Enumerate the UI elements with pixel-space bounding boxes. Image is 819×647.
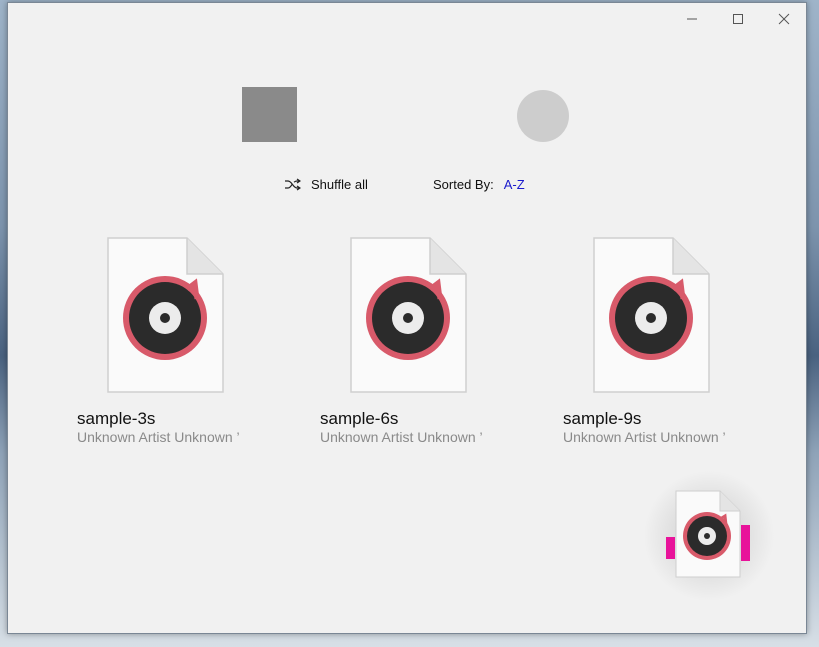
minimize-icon: [687, 18, 697, 20]
drag-preview: [643, 470, 775, 602]
track-tile[interactable]: sample-9s Unknown Artist Unknown ’: [563, 237, 743, 447]
track-subtitle: Unknown Artist Unknown ’: [563, 429, 726, 445]
music-file-icon: [675, 490, 741, 578]
app-window: Shuffle all Sorted By: A-Z sample-3s Unk…: [7, 2, 807, 634]
drag-marker-right: [741, 525, 750, 561]
track-title: sample-3s: [77, 409, 156, 428]
minimize-button[interactable]: [669, 3, 715, 35]
sort-order-link[interactable]: A-Z: [504, 177, 525, 192]
track-subtitle: Unknown Artist Unknown ’: [320, 429, 483, 445]
shuffle-all-button[interactable]: Shuffle all: [284, 173, 368, 195]
sort-control: Sorted By: A-Z: [433, 173, 525, 195]
maximize-icon: [733, 14, 743, 24]
music-file-icon: [593, 237, 710, 393]
music-file-icon: [107, 237, 224, 393]
shuffle-all-label: Shuffle all: [311, 176, 368, 192]
circle-placeholder: [517, 90, 569, 142]
shuffle-icon: [285, 178, 301, 190]
close-icon: [778, 13, 790, 25]
drag-marker-left: [666, 537, 675, 559]
track-tile[interactable]: sample-6s Unknown Artist Unknown ’: [320, 237, 500, 447]
music-file-icon: [350, 237, 467, 393]
sorted-by-label: Sorted By:: [433, 176, 494, 192]
track-title: sample-9s: [563, 409, 642, 428]
track-subtitle: Unknown Artist Unknown ’: [77, 429, 240, 445]
track-tile[interactable]: sample-3s Unknown Artist Unknown ’: [77, 237, 257, 447]
square-placeholder: [242, 87, 297, 142]
track-title: sample-6s: [320, 409, 399, 428]
maximize-button[interactable]: [715, 3, 761, 35]
close-button[interactable]: [761, 3, 806, 35]
